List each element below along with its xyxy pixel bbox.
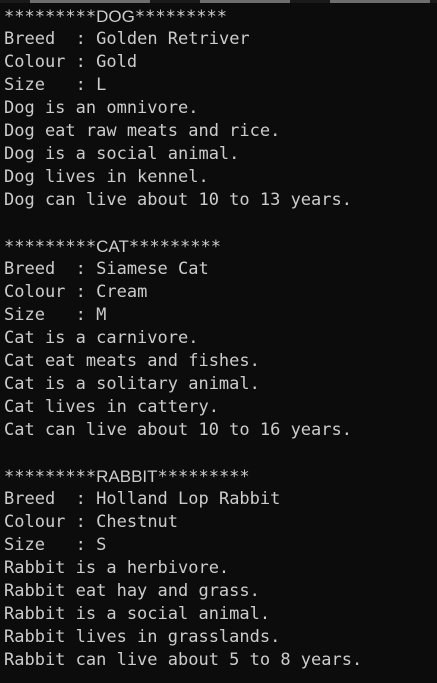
attr-line-breed: Breed : Golden Retriver	[4, 29, 250, 49]
section-header-cat: *********CAT*********	[4, 235, 437, 258]
attr-value: Chestnut	[96, 512, 179, 532]
fact-line: Dog is an omnivore.	[4, 98, 199, 118]
attr-line-size: Size : M	[4, 305, 107, 325]
attr-value: L	[96, 75, 107, 95]
attr-line-breed: Breed : Holland Lop Rabbit	[4, 489, 281, 509]
section-header-rabbit: *********RABBIT*********	[4, 465, 437, 488]
fact-line: Rabbit can live about 5 to 8 years.	[4, 650, 363, 670]
attr-value: Golden Retriver	[96, 29, 250, 49]
header-stars-left: *********	[4, 237, 97, 257]
attr-value: Holland Lop Rabbit	[96, 489, 281, 509]
header-stars-right: *********	[134, 7, 227, 27]
fact-line: Cat lives in cattery.	[4, 397, 219, 417]
fact-line: Dog eat raw meats and rice.	[4, 121, 281, 141]
attr-line-colour: Colour : Chestnut	[4, 512, 179, 532]
attr-key: Breed	[4, 259, 76, 279]
header-stars-left: *********	[4, 7, 97, 27]
header-stars-right: *********	[128, 237, 221, 257]
section-title: DOG	[96, 7, 135, 26]
top-edge-segment	[330, 0, 430, 3]
attr-key: Breed	[4, 29, 76, 49]
attr-value: M	[96, 305, 107, 325]
fact-line: Cat is a solitary animal.	[4, 374, 260, 394]
fact-line: Cat eat meats and fishes.	[4, 351, 260, 371]
attr-value: Siamese Cat	[96, 259, 209, 279]
attr-line-size: Size : L	[4, 75, 107, 95]
attr-key: Colour	[4, 52, 76, 72]
console-output[interactable]: *********DOG********* Breed : Golden Ret…	[0, 0, 437, 683]
top-edge	[0, 0, 437, 3]
attr-value: Gold	[96, 52, 138, 72]
fact-line: Cat can live about 10 to 16 years.	[4, 420, 352, 440]
top-edge-segment	[200, 0, 290, 3]
attr-line-colour: Colour : Gold	[4, 52, 138, 72]
attr-line-colour: Colour : Cream	[4, 282, 148, 302]
fact-line: Rabbit is a herbivore.	[4, 558, 230, 578]
header-stars-right: *********	[157, 467, 250, 487]
attr-line-breed: Breed : Siamese Cat	[4, 259, 209, 279]
fact-line: Rabbit lives in grasslands.	[4, 627, 281, 647]
attr-value: S	[96, 535, 107, 555]
fact-line: Rabbit is a social animal.	[4, 604, 271, 624]
attr-line-size: Size : S	[4, 535, 107, 555]
attr-value: Cream	[96, 282, 148, 302]
attr-key: Size	[4, 305, 76, 325]
attr-key: Size	[4, 75, 76, 95]
fact-line: Dog is a social animal.	[4, 144, 240, 164]
fact-line: Cat is a carnivore.	[4, 328, 199, 348]
top-edge-segment	[30, 0, 150, 3]
attr-key: Colour	[4, 512, 76, 532]
attr-key: Breed	[4, 489, 76, 509]
attr-key: Colour	[4, 282, 76, 302]
fact-line: Rabbit eat hay and grass.	[4, 581, 260, 601]
section-title: CAT	[96, 237, 129, 256]
section-header-dog: *********DOG*********	[4, 5, 437, 28]
section-title: RABBIT	[96, 467, 158, 486]
fact-line: Dog can live about 10 to 13 years.	[4, 190, 352, 210]
attr-key: Size	[4, 535, 76, 555]
header-stars-left: *********	[4, 467, 97, 487]
fact-line: Dog lives in kennel.	[4, 167, 209, 187]
